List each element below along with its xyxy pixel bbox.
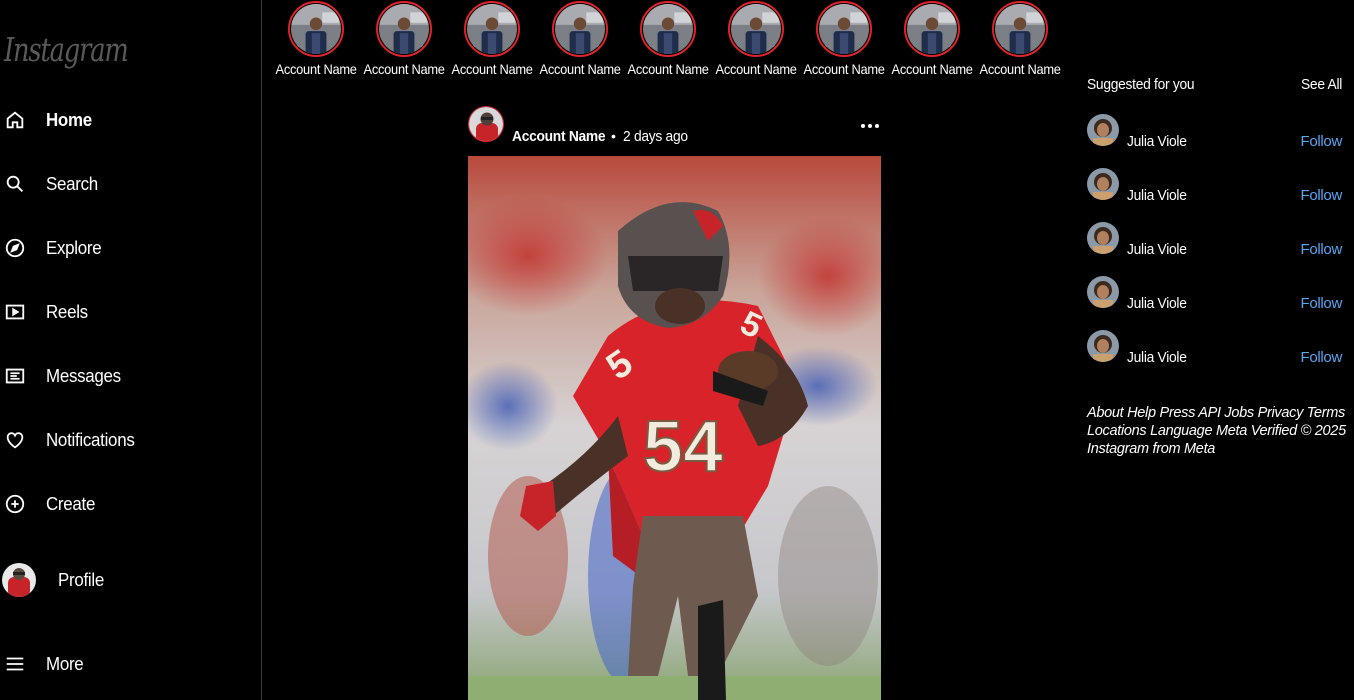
post-avatar[interactable]	[468, 106, 504, 142]
story-item[interactable]: Account Name	[536, 1, 624, 77]
jersey-number: 54	[643, 407, 723, 487]
suggestion-name[interactable]: Julia Viole	[1127, 295, 1187, 312]
story-account-name: Account Name	[979, 61, 1061, 77]
follow-button[interactable]: Follow	[1300, 133, 1342, 150]
story-avatar	[552, 1, 608, 57]
story-item[interactable]: Account Name	[448, 1, 536, 77]
sidebar-item-label: Search	[46, 173, 98, 194]
sidebar-item-label: Reels	[46, 301, 88, 322]
footer-links: About Help Press API Jobs Privacy Terms …	[1087, 404, 1349, 458]
suggestion-name[interactable]: Julia Viole	[1127, 133, 1187, 150]
instagram-logo[interactable]: Instagram	[4, 30, 129, 69]
suggestion-avatar[interactable]	[1087, 276, 1119, 308]
profile-avatar	[2, 563, 36, 597]
footer-text[interactable]: About Help Press API Jobs Privacy Terms …	[1087, 405, 1346, 457]
story-item[interactable]: Account Name	[976, 1, 1064, 77]
heart-icon	[1, 426, 29, 454]
sidebar-item-more[interactable]: More	[0, 649, 86, 679]
story-item[interactable]: Account Name	[800, 1, 888, 77]
story-item[interactable]: Account Name	[888, 1, 976, 77]
sidebar-item-reels[interactable]: Reels	[0, 297, 91, 327]
suggestion-row: Julia Viole Follow	[1087, 222, 1342, 258]
sidebar-item-label: Messages	[46, 365, 121, 386]
suggestion-row: Julia Viole Follow	[1087, 168, 1342, 204]
sidebar-item-home[interactable]: Home	[0, 105, 95, 135]
stories-bar: Account Name Account Name Account Name A…	[272, 1, 1064, 77]
sidebar: Instagram Home Search Explore Reels Mess…	[0, 0, 262, 700]
reels-icon	[1, 298, 29, 326]
story-account-name: Account Name	[363, 61, 445, 77]
story-avatar	[992, 1, 1048, 57]
follow-button[interactable]: Follow	[1300, 295, 1342, 312]
story-account-name: Account Name	[451, 61, 533, 77]
suggestion-avatar[interactable]	[1087, 222, 1119, 254]
suggestion-name[interactable]: Julia Viole	[1127, 349, 1187, 366]
story-avatar	[816, 1, 872, 57]
story-item[interactable]: Account Name	[712, 1, 800, 77]
sidebar-item-label: Notifications	[46, 429, 135, 450]
post-account-name[interactable]: Account Name	[512, 128, 606, 145]
post-image[interactable]: 5 5 54	[468, 156, 881, 700]
sidebar-item-label: Explore	[46, 237, 102, 258]
sidebar-item-search[interactable]: Search	[0, 169, 101, 199]
see-all-link[interactable]: See All	[1301, 76, 1342, 93]
sidebar-item-label: More	[46, 653, 84, 674]
story-account-name: Account Name	[891, 61, 973, 77]
plus-circle-icon	[1, 490, 29, 518]
story-item[interactable]: Account Name	[624, 1, 712, 77]
home-icon	[1, 106, 29, 134]
sidebar-item-notifications[interactable]: Notifications	[0, 425, 140, 455]
follow-button[interactable]: Follow	[1300, 349, 1342, 366]
suggestion-name[interactable]: Julia Viole	[1127, 187, 1187, 204]
more-options-icon[interactable]	[858, 116, 882, 136]
suggestion-row: Julia Viole Follow	[1087, 276, 1342, 312]
menu-icon	[1, 650, 29, 678]
post-separator: •	[611, 128, 616, 144]
story-item[interactable]: Account Name	[360, 1, 448, 77]
follow-button[interactable]: Follow	[1300, 241, 1342, 258]
story-avatar	[728, 1, 784, 57]
compass-icon	[1, 234, 29, 262]
search-icon	[1, 170, 29, 198]
story-avatar	[288, 1, 344, 57]
suggestion-name[interactable]: Julia Viole	[1127, 241, 1187, 258]
story-account-name: Account Name	[539, 61, 621, 77]
story-account-name: Account Name	[715, 61, 797, 77]
story-account-name: Account Name	[275, 61, 357, 77]
story-account-name: Account Name	[803, 61, 885, 77]
story-item[interactable]: Account Name	[272, 1, 360, 77]
suggestion-avatar[interactable]	[1087, 168, 1119, 200]
sidebar-item-label: Create	[46, 493, 96, 514]
sidebar-item-label: Profile	[58, 569, 104, 590]
follow-button[interactable]: Follow	[1300, 187, 1342, 204]
suggested-title: Suggested for you	[1087, 76, 1195, 93]
sidebar-item-label: Home	[46, 109, 92, 130]
story-avatar	[904, 1, 960, 57]
suggestion-avatar[interactable]	[1087, 114, 1119, 146]
sidebar-item-create[interactable]: Create	[0, 489, 98, 519]
suggestion-row: Julia Viole Follow	[1087, 114, 1342, 150]
story-avatar	[376, 1, 432, 57]
story-avatar	[640, 1, 696, 57]
messages-icon	[1, 362, 29, 390]
post-header: Account Name • 2 days ago	[468, 104, 881, 152]
sidebar-item-explore[interactable]: Explore	[0, 233, 105, 263]
suggestion-row: Julia Viole Follow	[1087, 330, 1342, 366]
story-account-name: Account Name	[627, 61, 709, 77]
suggestion-avatar[interactable]	[1087, 330, 1119, 362]
post-timestamp: 2 days ago	[623, 128, 688, 145]
story-avatar	[464, 1, 520, 57]
sidebar-item-messages[interactable]: Messages	[0, 361, 126, 391]
sidebar-item-profile[interactable]: Profile	[0, 562, 107, 598]
